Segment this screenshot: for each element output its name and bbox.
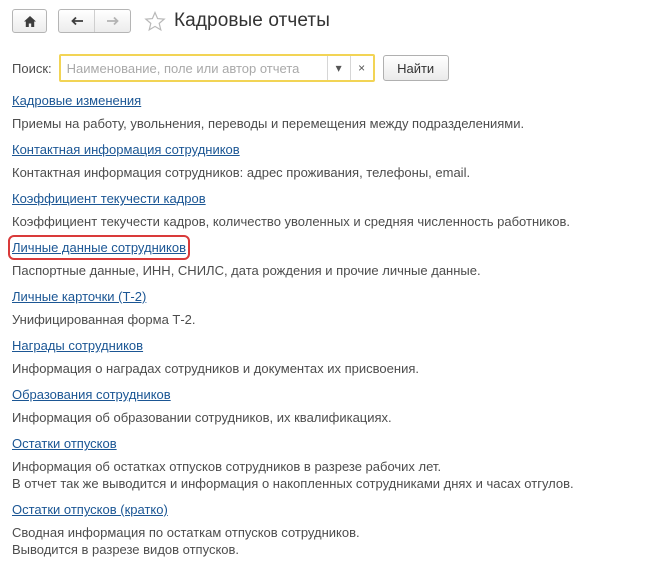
home-button[interactable] (12, 9, 47, 33)
report-link[interactable]: Остатки отпусков (12, 435, 117, 452)
report-link[interactable]: Личные карточки (Т-2) (12, 288, 146, 305)
search-dropdown-button[interactable]: ▾ (326, 56, 350, 80)
report-description: Информация о наградах сотрудников и доку… (12, 361, 419, 376)
report-link[interactable]: Кадровые изменения (12, 92, 141, 109)
search-clear-button[interactable]: × (349, 56, 373, 80)
report-description: Приемы на работу, увольнения, переводы и… (12, 116, 525, 131)
chevron-down-icon: ▾ (335, 61, 342, 75)
find-button[interactable]: Найти (382, 55, 449, 81)
report-item: Образования сотрудников Информация об об… (12, 386, 642, 426)
toolbar: Кадровые отчеты (12, 7, 330, 35)
star-icon (144, 10, 166, 31)
search-field: ▾ × (58, 54, 375, 82)
back-button[interactable] (59, 10, 94, 32)
page-title: Кадровые отчеты (174, 10, 330, 31)
report-item: Коэффициент текучести кадров Коэффициент… (12, 190, 642, 230)
forward-button[interactable] (94, 10, 130, 32)
home-icon (23, 15, 36, 27)
report-description: Сводная информация по остаткам отпусков … (12, 525, 360, 557)
search-label: Поиск: (12, 60, 52, 76)
report-description: Паспортные данные, ИНН, СНИЛС, дата рожд… (12, 263, 481, 278)
report-item: Остатки отпусков (кратко) Сводная информ… (12, 501, 642, 558)
report-description: Информация об образовании сотрудников, и… (12, 410, 392, 425)
report-item: Награды сотрудников Информация о награда… (12, 337, 642, 377)
report-link[interactable]: Контактная информация сотрудников (12, 141, 240, 158)
report-description: Информация об остатках отпусков сотрудни… (12, 459, 574, 491)
report-item-highlighted: Личные данные сотрудников Паспортные дан… (8, 235, 642, 279)
close-icon: × (358, 61, 366, 75)
report-link[interactable]: Образования сотрудников (12, 386, 171, 403)
report-link[interactable]: Коэффициент текучести кадров (12, 190, 206, 207)
report-link[interactable]: Награды сотрудников (12, 337, 143, 354)
report-item: Остатки отпусков Информация об остатках … (12, 435, 642, 492)
report-item: Личные карточки (Т-2) Унифицированная фо… (12, 288, 642, 328)
report-item: Кадровые изменения Приемы на работу, уво… (12, 92, 642, 132)
report-description: Унифицированная форма Т-2. (12, 312, 196, 327)
report-description: Коэффициент текучести кадров, количество… (12, 214, 570, 229)
favorite-star-button[interactable] (144, 10, 166, 32)
navigation-group (58, 9, 131, 33)
reports-list: Кадровые изменения Приемы на работу, уво… (8, 92, 642, 567)
report-item: Контактная информация сотрудников Контак… (12, 141, 642, 181)
report-link[interactable]: Остатки отпусков (кратко) (12, 501, 168, 518)
report-description: Контактная информация сотрудников: адрес… (12, 165, 471, 180)
search-input[interactable] (60, 56, 327, 80)
arrow-right-icon (106, 16, 119, 26)
search-row: Поиск: ▾ × Найти (12, 54, 449, 82)
report-link[interactable]: Личные данные сотрудников (8, 235, 190, 260)
arrow-left-icon (70, 16, 83, 26)
